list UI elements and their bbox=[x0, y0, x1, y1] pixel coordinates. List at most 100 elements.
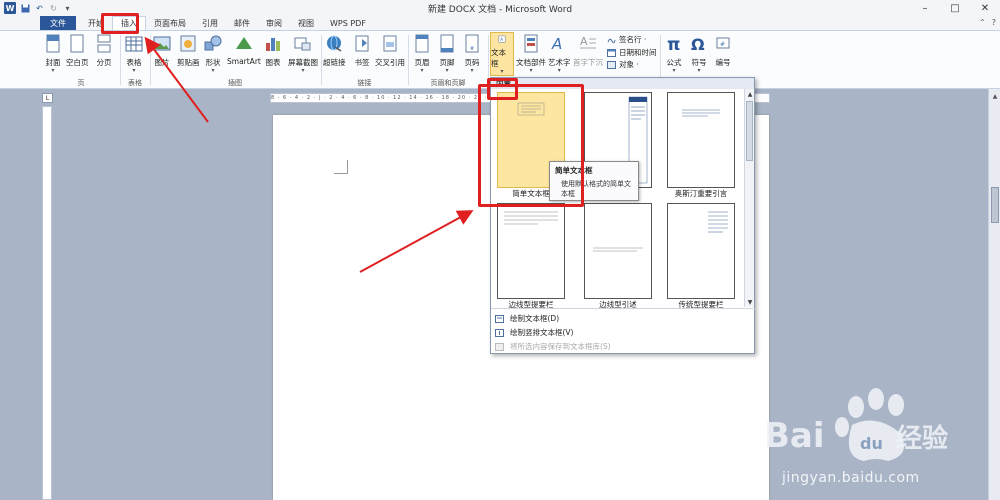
header-button[interactable]: 页眉 ▾ bbox=[413, 34, 431, 74]
gallery-item-austin-quote[interactable] bbox=[667, 92, 735, 188]
watermark-url: jingyan.baidu.com bbox=[782, 470, 920, 486]
undo-icon[interactable]: ↶ bbox=[35, 4, 44, 13]
object-button[interactable]: 对象 · bbox=[607, 59, 639, 70]
date-time-button[interactable]: 日期和时间 bbox=[607, 47, 657, 58]
svg-text:Bai: Bai bbox=[764, 416, 825, 456]
tab-home[interactable]: 开始 bbox=[80, 16, 112, 30]
drop-cap-icon: A bbox=[580, 35, 596, 49]
tab-page-layout[interactable]: 页面布局 bbox=[146, 16, 194, 30]
cover-page-button[interactable]: 封面 ▾ bbox=[44, 34, 62, 74]
minimize-button[interactable]: – bbox=[910, 0, 940, 16]
scroll-thumb[interactable] bbox=[991, 187, 999, 223]
draw-vertical-textbox-icon bbox=[495, 328, 504, 337]
table-button[interactable]: 表格 ▾ bbox=[125, 34, 143, 74]
group-label-tables: 表格 bbox=[128, 79, 142, 87]
table-icon bbox=[125, 36, 143, 52]
svg-text:A: A bbox=[580, 35, 588, 48]
minimize-ribbon-icon[interactable]: ⌃ bbox=[979, 18, 986, 27]
chart-label: 图表 bbox=[265, 58, 281, 67]
gallery-divider bbox=[491, 308, 755, 309]
dropdown-arrow-icon: ▾ bbox=[672, 67, 676, 74]
tab-review[interactable]: 审阅 bbox=[258, 16, 290, 30]
signature-line-button[interactable]: 签名行 · bbox=[607, 34, 646, 45]
window-controls: – □ ✕ bbox=[910, 0, 1000, 16]
tab-view[interactable]: 视图 bbox=[290, 16, 322, 30]
svg-text:A: A bbox=[500, 37, 503, 42]
numbering-label: 编号 bbox=[715, 58, 731, 67]
traditional-sidebar-preview-icon bbox=[708, 211, 728, 233]
vertical-ruler[interactable] bbox=[42, 106, 52, 500]
footer-icon bbox=[440, 34, 454, 53]
dropdown-arrow-icon: ▾ bbox=[211, 67, 215, 74]
numbering-button[interactable]: # 编号 bbox=[714, 34, 732, 68]
save-icon[interactable] bbox=[21, 4, 30, 13]
scroll-up-icon[interactable]: ▲ bbox=[989, 91, 1000, 101]
tooltip: 简单文本框 使用默认格式的简单文本框 bbox=[549, 161, 639, 201]
draw-vertical-textbox-menu-item[interactable]: 绘制竖排文本框(V) bbox=[491, 326, 755, 339]
drop-cap-button[interactable]: A 首字下沉 bbox=[573, 34, 603, 68]
tab-references[interactable]: 引用 bbox=[194, 16, 226, 30]
gallery-item-border-quote[interactable] bbox=[584, 203, 652, 299]
screenshot-button[interactable]: 屏幕截图 ▾ bbox=[288, 34, 318, 74]
dropdown-arrow-icon: ▾ bbox=[557, 67, 561, 74]
border-quote-preview-icon bbox=[593, 247, 643, 252]
gallery-scroll-thumb[interactable] bbox=[746, 101, 753, 161]
dropdown-arrow-icon: ▾ bbox=[500, 68, 504, 75]
page-break-icon bbox=[97, 34, 111, 53]
cross-reference-button[interactable]: 交叉引用 bbox=[375, 34, 405, 68]
dropdown-arrow-icon: ▾ bbox=[445, 67, 449, 74]
gallery-item-traditional-sidebar[interactable] bbox=[667, 203, 735, 299]
help-icon[interactable]: ? bbox=[992, 18, 996, 27]
page-break-label: 分页 bbox=[96, 58, 112, 67]
blank-page-button[interactable]: 空白页 bbox=[66, 34, 89, 68]
customize-qa-icon[interactable]: ▾ bbox=[63, 4, 72, 13]
gallery-scroll-up-icon[interactable]: ▲ bbox=[745, 89, 755, 99]
close-button[interactable]: ✕ bbox=[970, 0, 1000, 16]
tab-file[interactable]: 文件 bbox=[40, 16, 76, 30]
dropdown-arrow-icon: ▾ bbox=[529, 67, 533, 74]
picture-icon bbox=[153, 36, 171, 51]
clipart-icon bbox=[180, 35, 196, 52]
smartart-button[interactable]: SmartArt bbox=[227, 34, 261, 66]
dropdown-arrow-icon: ▾ bbox=[420, 67, 424, 74]
tab-selector[interactable]: L bbox=[42, 93, 53, 103]
svg-text:du: du bbox=[860, 434, 883, 453]
redo-icon[interactable]: ↻ bbox=[49, 4, 58, 13]
hyperlink-button[interactable]: 超链接 bbox=[323, 34, 346, 68]
bookmark-label: 书签 bbox=[354, 58, 370, 67]
page-break-button[interactable]: 分页 bbox=[95, 34, 113, 68]
ribbon-tabs: 文件 开始 插入 页面布局 引用 邮件 审阅 视图 WPS PDF ⌃ ? bbox=[0, 16, 1000, 31]
gallery-scroll-down-icon[interactable]: ▼ bbox=[745, 297, 755, 307]
quick-parts-button[interactable]: 文档部件 ▾ bbox=[516, 34, 546, 74]
tab-wps-pdf[interactable]: WPS PDF bbox=[322, 16, 374, 30]
blank-page-icon bbox=[70, 34, 84, 53]
group-separator bbox=[488, 35, 489, 85]
svg-text:#: # bbox=[720, 41, 725, 48]
gallery-scrollbar[interactable]: ▲ ▼ bbox=[744, 89, 754, 307]
page-number-button[interactable]: # 页码 ▾ bbox=[463, 34, 481, 74]
date-time-label: 日期和时间 bbox=[619, 48, 657, 57]
title-bar: W ↶ ↻ ▾ 新建 DOCX 文档 - Microsoft Word – □ … bbox=[0, 0, 1000, 16]
quick-parts-icon bbox=[524, 34, 538, 53]
bookmark-button[interactable]: 书签 bbox=[353, 34, 371, 68]
gallery-item-border-sidebar[interactable] bbox=[497, 203, 565, 299]
svg-text:Ω: Ω bbox=[691, 35, 705, 54]
chart-button[interactable]: 图表 bbox=[264, 34, 282, 68]
drop-cap-label: 首字下沉 bbox=[573, 58, 603, 67]
maximize-button[interactable]: □ bbox=[940, 0, 970, 16]
shapes-button[interactable]: 形状 ▾ bbox=[204, 34, 222, 74]
tooltip-title: 简单文本框 bbox=[555, 166, 593, 175]
textbox-button[interactable]: A 文本框 ▾ bbox=[490, 32, 514, 76]
hyperlink-icon bbox=[327, 35, 342, 52]
picture-button[interactable]: 图片 bbox=[153, 34, 171, 68]
equation-button[interactable]: π 公式 ▾ bbox=[665, 34, 683, 74]
draw-textbox-menu-item[interactable]: 绘制文本框(D) bbox=[491, 312, 755, 325]
wordart-button[interactable]: A 艺术字 ▾ bbox=[548, 34, 571, 74]
footer-button[interactable]: 页脚 ▾ bbox=[438, 34, 456, 74]
tab-mailings[interactable]: 邮件 bbox=[226, 16, 258, 30]
window-title: 新建 DOCX 文档 - Microsoft Word bbox=[427, 4, 573, 15]
symbol-button[interactable]: Ω 符号 ▾ bbox=[690, 34, 708, 74]
group-label-links: 链接 bbox=[357, 79, 372, 87]
clipart-button[interactable]: 剪贴画 bbox=[177, 34, 200, 68]
tab-insert[interactable]: 插入 bbox=[112, 16, 146, 30]
